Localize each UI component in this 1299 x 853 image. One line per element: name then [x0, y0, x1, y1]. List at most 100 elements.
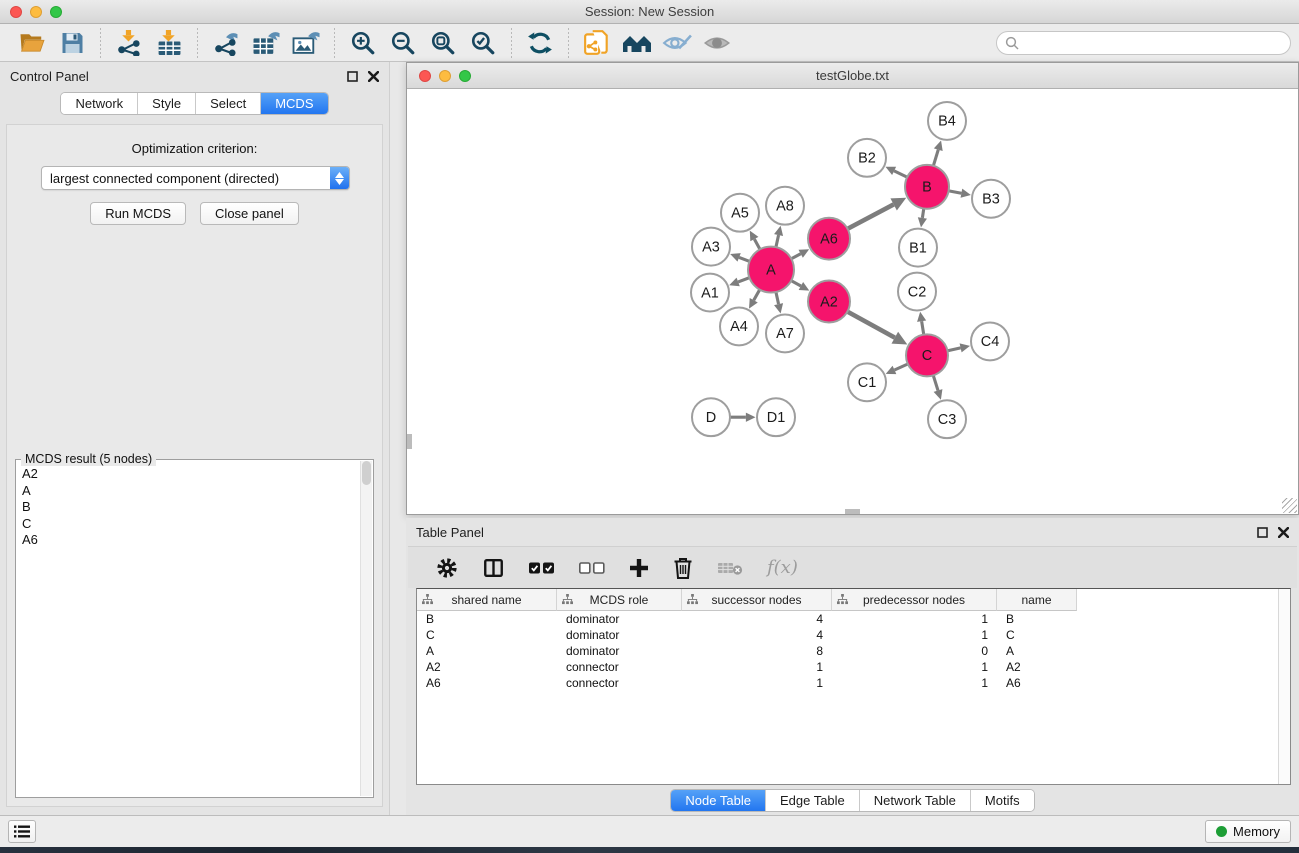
result-item[interactable]: C — [22, 516, 359, 533]
new-network-from-selection-icon[interactable] — [581, 28, 613, 58]
task-history-button[interactable] — [8, 820, 36, 843]
deselect-all-icon[interactable] — [579, 561, 605, 575]
horizontal-scroll-thumb[interactable] — [845, 509, 860, 514]
float-panel-icon[interactable] — [1257, 527, 1268, 538]
hide-selected-icon[interactable] — [661, 28, 693, 58]
import-network-icon[interactable] — [113, 28, 145, 58]
table-settings-icon[interactable] — [436, 557, 458, 579]
tab-motifs[interactable]: Motifs — [970, 790, 1034, 811]
table-cell[interactable]: 1 — [832, 611, 997, 627]
tab-node-table[interactable]: Node Table — [671, 790, 765, 811]
tab-style[interactable]: Style — [137, 93, 195, 114]
table-row[interactable]: Adominator80A — [417, 643, 1290, 659]
select-all-icon[interactable] — [529, 561, 555, 575]
main-toolbar — [0, 24, 1299, 62]
network-window-titlebar[interactable]: testGlobe.txt — [407, 63, 1298, 89]
tab-network-table[interactable]: Network Table — [859, 790, 970, 811]
add-column-icon[interactable] — [629, 558, 649, 578]
table-cell[interactable]: 1 — [832, 627, 997, 643]
edge-arrow — [918, 217, 927, 227]
table-cell[interactable]: C — [997, 627, 1077, 643]
node-label-D: D — [706, 410, 716, 426]
table-cell[interactable]: dominator — [557, 627, 682, 643]
result-scrollbar[interactable] — [360, 461, 372, 796]
search-input[interactable] — [1024, 36, 1282, 50]
table-cell[interactable]: A6 — [997, 675, 1077, 691]
memory-button[interactable]: Memory — [1205, 820, 1291, 843]
application-window: Session: New Session — [0, 0, 1299, 853]
export-network-icon[interactable] — [210, 28, 242, 58]
table-cell[interactable]: A2 — [997, 659, 1077, 675]
control-panel-tabs: NetworkStyleSelectMCDS — [60, 92, 328, 115]
table-cell[interactable]: 8 — [682, 643, 832, 659]
close-panel-button[interactable]: Close panel — [200, 202, 299, 225]
first-neighbors-icon[interactable] — [621, 28, 653, 58]
export-image-icon[interactable] — [290, 28, 322, 58]
tab-select[interactable]: Select — [195, 93, 260, 114]
show-all-icon[interactable] — [701, 28, 733, 58]
result-item[interactable]: A6 — [22, 532, 359, 549]
network-canvas[interactable]: B4B2BB3A8A5A6B1A3AA1C2A2A4A7C4CC1C3DD1 — [407, 90, 1298, 514]
export-table-icon[interactable] — [250, 28, 282, 58]
zoom-selected-icon[interactable] — [467, 28, 499, 58]
column-layout-icon[interactable] — [482, 557, 505, 579]
zoom-out-icon[interactable] — [387, 28, 419, 58]
criterion-dropdown-value: largest connected component (directed) — [42, 171, 330, 186]
network-window-title: testGlobe.txt — [407, 68, 1298, 83]
table-row[interactable]: Cdominator41C — [417, 627, 1290, 643]
table-cell[interactable]: C — [417, 627, 557, 643]
import-table-icon[interactable] — [153, 28, 185, 58]
refresh-view-icon[interactable] — [524, 28, 556, 58]
run-mcds-button[interactable]: Run MCDS — [90, 202, 186, 225]
table-cell[interactable]: 1 — [832, 675, 997, 691]
column-header-predecessor-nodes[interactable]: predecessor nodes — [832, 589, 997, 611]
mcds-result-list: A2ABCA6 — [22, 466, 359, 795]
table-row[interactable]: A6connector11A6 — [417, 675, 1290, 691]
table-cell[interactable]: A2 — [417, 659, 557, 675]
result-item[interactable]: A — [22, 483, 359, 500]
result-item[interactable]: A2 — [22, 466, 359, 483]
table-cell[interactable]: B — [417, 611, 557, 627]
close-panel-icon[interactable] — [1278, 527, 1289, 538]
table-cell[interactable]: 1 — [682, 659, 832, 675]
table-cell[interactable]: dominator — [557, 611, 682, 627]
table-cell[interactable]: connector — [557, 675, 682, 691]
table-cell[interactable]: B — [997, 611, 1077, 627]
table-cell[interactable]: dominator — [557, 643, 682, 659]
column-header-MCDS-role[interactable]: MCDS role — [557, 589, 682, 611]
table-cell[interactable]: 1 — [832, 659, 997, 675]
tree-icon — [837, 594, 848, 605]
search-box[interactable] — [996, 31, 1291, 55]
column-header-shared-name[interactable]: shared name — [417, 589, 557, 611]
column-header-successor-nodes[interactable]: successor nodes — [682, 589, 832, 611]
table-cell[interactable]: 4 — [682, 611, 832, 627]
table-cell[interactable]: connector — [557, 659, 682, 675]
resize-grip[interactable] — [1282, 498, 1297, 513]
mcds-result-box: MCDS result (5 nodes) A2ABCA6 — [15, 459, 374, 798]
table-cell[interactable]: 0 — [832, 643, 997, 659]
save-session-icon[interactable] — [56, 28, 88, 58]
close-panel-icon[interactable] — [368, 71, 379, 82]
table-scrollbar[interactable] — [1278, 589, 1290, 784]
table-cell[interactable]: A — [997, 643, 1077, 659]
table-cell[interactable]: A — [417, 643, 557, 659]
zoom-in-icon[interactable] — [347, 28, 379, 58]
tab-mcds[interactable]: MCDS — [260, 93, 327, 114]
zoom-fit-icon[interactable] — [427, 28, 459, 58]
criterion-dropdown[interactable]: largest connected component (directed) — [41, 166, 350, 190]
tab-edge-table[interactable]: Edge Table — [765, 790, 859, 811]
table-row[interactable]: A2connector11A2 — [417, 659, 1290, 675]
table-cell[interactable]: 4 — [682, 627, 832, 643]
result-item[interactable]: B — [22, 499, 359, 516]
tab-network[interactable]: Network — [61, 93, 137, 114]
float-panel-icon[interactable] — [347, 71, 358, 82]
column-header-name[interactable]: name — [997, 589, 1077, 611]
function-builder-icon: f(x) — [767, 557, 798, 578]
table-cell[interactable]: 1 — [682, 675, 832, 691]
delete-column-icon[interactable] — [673, 557, 693, 579]
vertical-scroll-thumb[interactable] — [407, 434, 412, 449]
table-cell[interactable]: A6 — [417, 675, 557, 691]
open-file-icon[interactable] — [16, 28, 48, 58]
table-row[interactable]: Bdominator41B — [417, 611, 1290, 627]
toolbar-separator — [511, 28, 512, 58]
